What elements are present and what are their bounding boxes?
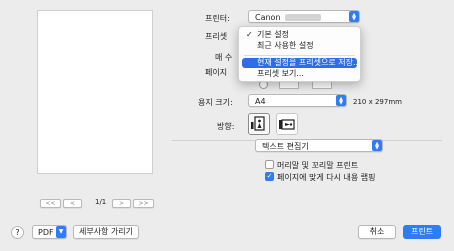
presets-menu: ✓ 기본 설정 최근 사용한 설정 현재 설정을 프리셋으로 저장... 프리셋…: [238, 26, 361, 82]
page-preview: [37, 10, 153, 174]
checkmark-icon: ✓: [266, 172, 273, 180]
last-page-button[interactable]: >>: [133, 199, 154, 208]
printer-model-redacted: [285, 14, 321, 21]
menu-separator: [244, 55, 355, 56]
next-page-button[interactable]: >: [112, 199, 131, 208]
presets-label: 프리셋: [205, 32, 228, 41]
header-footer-label: 머리말 및 꼬리말 프린트: [277, 161, 359, 170]
cancel-button[interactable]: 취소: [358, 225, 396, 239]
menu-item-default-settings[interactable]: ✓ 기본 설정: [239, 30, 360, 40]
paper-size-label: 용지 크기:: [198, 98, 233, 107]
paper-size-select[interactable]: A4 ▲ ▼: [248, 94, 347, 107]
menu-item-save-as-preset[interactable]: 현재 설정을 프리셋으로 저장...: [242, 58, 361, 68]
rewrap-checkbox[interactable]: ✓: [265, 172, 274, 181]
section-select[interactable]: 텍스트 편집기 ▲ ▼: [255, 139, 383, 152]
chevron-down-icon: ▼: [56, 226, 66, 238]
rewrap-label: 페이지에 맞게 다시 내용 랩핑: [277, 173, 376, 182]
printer-name: Canon: [255, 13, 281, 22]
pages-label: 페이지: [205, 68, 228, 77]
orientation-label: 방향:: [217, 122, 235, 131]
landscape-icon: [279, 119, 295, 130]
menu-item-last-used-settings[interactable]: 최근 사용한 설정: [239, 41, 360, 51]
portrait-orientation-button[interactable]: [248, 113, 270, 135]
portrait-icon: [251, 116, 265, 131]
chevron-updown-icon: ▲ ▼: [349, 11, 359, 22]
hide-details-button[interactable]: 세부사항 가리기: [73, 225, 139, 239]
printer-label: 프린터:: [205, 14, 230, 23]
pdf-menu-button[interactable]: PDF ▼: [32, 225, 67, 239]
chevron-updown-icon: ▲ ▼: [336, 95, 346, 106]
printer-select[interactable]: Canon ▲ ▼: [248, 10, 360, 23]
menu-item-show-presets[interactable]: 프리셋 보기...: [239, 69, 360, 79]
chevron-updown-icon: ▲ ▼: [372, 140, 382, 151]
copies-label: 매 수: [215, 53, 233, 62]
first-page-button[interactable]: <<: [40, 199, 61, 208]
previous-page-button[interactable]: <: [63, 199, 82, 208]
header-footer-checkbox[interactable]: [265, 160, 274, 169]
paper-dimensions: 210 x 297mm: [353, 98, 402, 106]
page-indicator: 1/1: [95, 198, 107, 206]
checkmark-icon: ✓: [246, 30, 253, 39]
landscape-orientation-button[interactable]: [276, 113, 298, 135]
print-button[interactable]: 프린트: [403, 225, 441, 239]
help-button[interactable]: ?: [11, 226, 24, 239]
